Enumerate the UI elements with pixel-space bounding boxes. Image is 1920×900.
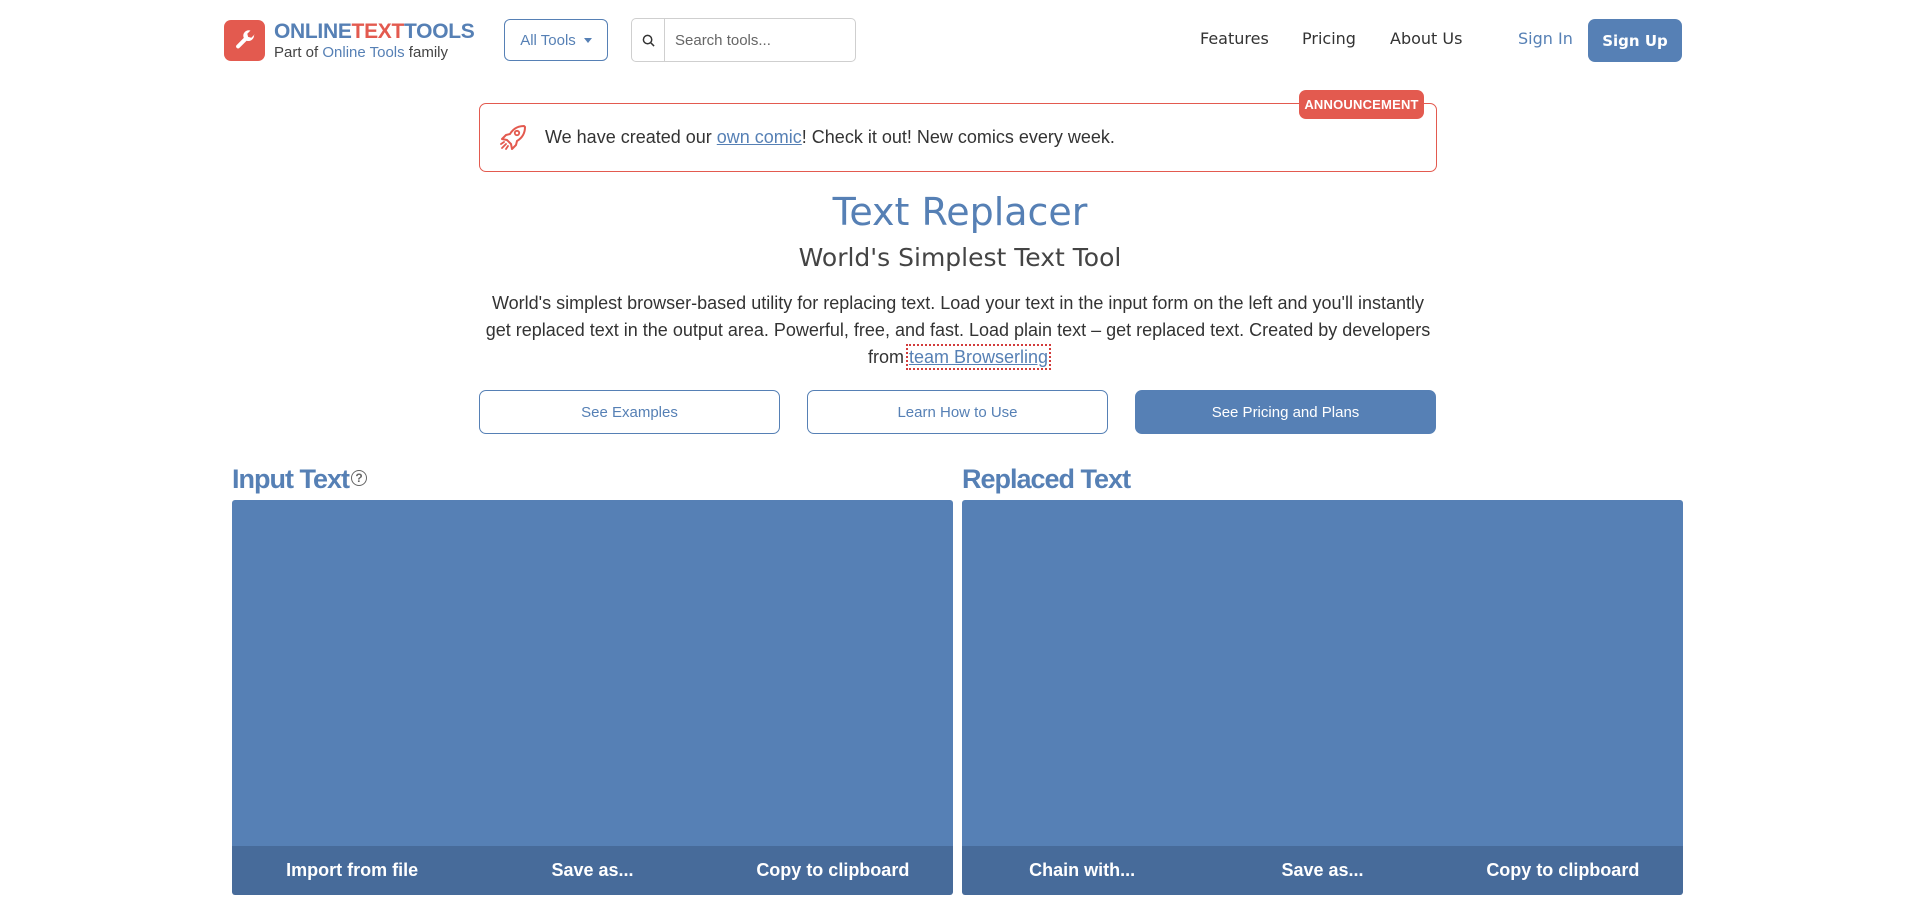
input-save-as-button[interactable]: Save as... xyxy=(472,860,712,881)
logo-wrench-icon[interactable] xyxy=(224,20,265,61)
see-examples-button[interactable]: See Examples xyxy=(479,390,780,434)
caret-down-icon xyxy=(583,37,592,43)
announcement-text-after: ! Check it out! New comics every week. xyxy=(801,127,1115,147)
tagline-prefix: Part of xyxy=(274,44,323,61)
sign-in-link[interactable]: Sign In xyxy=(1518,29,1573,48)
team-browserling-link[interactable]: team Browserling xyxy=(905,344,1052,370)
own-comic-link[interactable]: own comic xyxy=(717,127,802,147)
online-tools-link[interactable]: Online Tools xyxy=(322,44,404,61)
brand-name[interactable]: ONLINETEXTTOOLS xyxy=(274,20,475,44)
search-input[interactable] xyxy=(665,19,855,61)
help-icon[interactable]: ? xyxy=(351,470,367,486)
input-copy-to-clipboard-button[interactable]: Copy to clipboard xyxy=(713,860,953,881)
nav-pricing[interactable]: Pricing xyxy=(1302,29,1356,48)
learn-how-to-use-button[interactable]: Learn How to Use xyxy=(807,390,1108,434)
chain-with-button[interactable]: Chain with... xyxy=(962,860,1202,881)
announcement-text: We have created our own comic! Check it … xyxy=(545,127,1115,148)
see-pricing-button[interactable]: See Pricing and Plans xyxy=(1135,390,1436,434)
input-panel-title: Input Text xyxy=(232,464,350,494)
search-box[interactable] xyxy=(631,18,856,62)
brand-tagline: Part of Online Tools family xyxy=(274,44,448,61)
tagline-suffix: family xyxy=(404,44,448,61)
all-tools-dropdown[interactable]: All Tools xyxy=(504,19,608,61)
output-textarea[interactable] xyxy=(962,500,1683,847)
all-tools-label: All Tools xyxy=(520,31,576,49)
page-subtitle: World's Simplest Text Tool xyxy=(798,243,1122,272)
brand-part-online: ONLINE xyxy=(274,20,352,43)
announcement-text-before: We have created our xyxy=(545,127,717,147)
announcement-tag: ANNOUNCEMENT xyxy=(1299,90,1424,119)
rocket-icon xyxy=(498,122,528,157)
nav-features[interactable]: Features xyxy=(1200,29,1269,48)
output-toolbar: Chain with... Save as... Copy to clipboa… xyxy=(962,846,1683,895)
nav-about-us[interactable]: About Us xyxy=(1390,29,1462,48)
sign-up-button[interactable]: Sign Up xyxy=(1588,19,1682,62)
output-panel-title: Replaced Text xyxy=(962,464,1131,494)
page-description: World's simplest browser-based utility f… xyxy=(478,290,1438,371)
output-copy-to-clipboard-button[interactable]: Copy to clipboard xyxy=(1443,860,1683,881)
output-save-as-button[interactable]: Save as... xyxy=(1202,860,1442,881)
input-textarea[interactable] xyxy=(232,500,953,847)
search-icon xyxy=(632,19,665,61)
brand-part-tools: TOOLS xyxy=(404,20,475,43)
input-toolbar: Import from file Save as... Copy to clip… xyxy=(232,846,953,895)
brand-part-text: TEXT xyxy=(351,20,405,43)
import-from-file-button[interactable]: Import from file xyxy=(232,860,472,881)
page-title: Text Replacer xyxy=(832,190,1088,234)
